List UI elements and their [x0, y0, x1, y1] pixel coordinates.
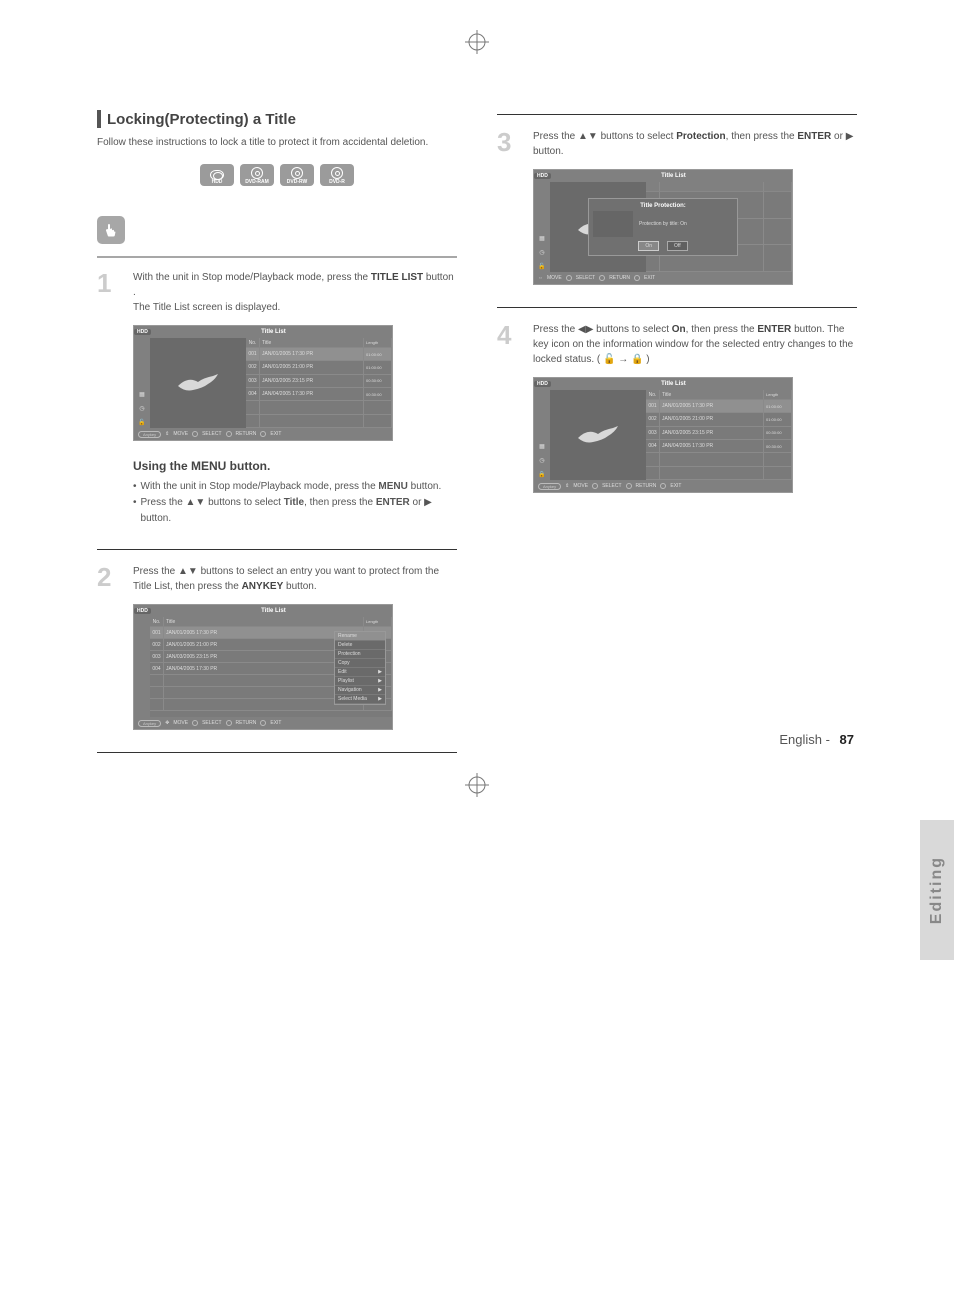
step-3: 3 Press the ▲▼ buttons to select Protect… [497, 129, 857, 159]
step-number: 1 [97, 270, 123, 315]
using-menu-note: Using the MENU button. •With the unit in… [133, 459, 457, 527]
menu-edit: Edit▶ [335, 668, 385, 677]
divider [97, 752, 457, 753]
media-badges: HDD DVD-RAM DVD-RW DVD-R [97, 164, 457, 186]
dialog-thumbnail [593, 211, 633, 237]
screenshot-locked-result: HDDTitle List ▦ ◷ 🔒 No.TitleLength 001 [533, 377, 793, 493]
right-column: 3 Press the ▲▼ buttons to select Protect… [497, 110, 857, 767]
registration-mark-bottom [465, 773, 489, 797]
badge-hdd: HDD [200, 164, 234, 186]
step-number: 3 [497, 129, 523, 159]
section-intro: Follow these instructions to lock a titl… [97, 136, 457, 150]
protection-dialog: Title Protection: Protection by title: O… [588, 198, 738, 256]
unlock-icon: 🔓 [138, 418, 146, 426]
step-number: 2 [97, 564, 123, 594]
clock-icon: ◷ [138, 404, 146, 412]
calendar-icon: ▦ [538, 442, 546, 450]
side-tab-editing: Editing [920, 820, 954, 960]
step-text: Press the ▲▼ buttons to select an entry … [133, 564, 457, 594]
clock-icon: ◷ [538, 456, 546, 464]
page-footer: English - 87 [779, 732, 854, 747]
anykey-pill: Anykey [138, 431, 161, 438]
preview-thumbnail [150, 338, 246, 428]
badge-dvd-r: DVD-R [320, 164, 354, 186]
screenshot-protection-dialog: HDDTitle List ▦ ◷ 🔓 [533, 169, 793, 285]
protection-on-button: On [638, 241, 659, 251]
unlock-icon: 🔓 [538, 262, 546, 270]
menu-copy: Copy [335, 659, 385, 668]
screenshot-anykey-menu: HDDTitle List No.TitleLength 001JAN/01/2… [133, 604, 393, 730]
step-4: 4 Press the ◀▶ buttons to select On, the… [497, 322, 857, 367]
menu-protection: Protection [335, 650, 385, 659]
badge-dvd-rw: DVD-RW [280, 164, 314, 186]
lock-icon: 🔒 [538, 470, 546, 478]
rule [97, 256, 457, 258]
menu-rename: Rename [335, 632, 385, 641]
menu-navigation: Navigation▶ [335, 686, 385, 695]
divider [497, 307, 857, 308]
context-menu: Rename Delete Protection Copy Edit▶ Play… [334, 631, 386, 705]
manual-page: Locking(Protecting) a Title Follow these… [97, 0, 857, 807]
divider [97, 549, 457, 550]
clock-icon: ◷ [538, 248, 546, 256]
step-text: With the unit in Stop mode/Playback mode… [133, 270, 457, 315]
section-title: Locking(Protecting) a Title [107, 111, 296, 128]
menu-select-media: Select Media▶ [335, 695, 385, 704]
menu-playlist: Playlist▶ [335, 677, 385, 686]
preview-thumbnail [550, 390, 646, 480]
divider [497, 114, 857, 115]
protection-off-button: Off [667, 241, 688, 251]
step-1: 1 With the unit in Stop mode/Playback mo… [97, 270, 457, 315]
menu-delete: Delete [335, 641, 385, 650]
hand-icon [97, 216, 125, 244]
step-text: Press the ◀▶ buttons to select On, then … [533, 322, 857, 367]
step-number: 4 [497, 322, 523, 367]
section-header: Locking(Protecting) a Title [97, 110, 457, 128]
badge-dvd-ram: DVD-RAM [240, 164, 274, 186]
using-title: Using the MENU button. [133, 459, 457, 473]
title-accent-bar [97, 110, 101, 128]
calendar-icon: ▦ [138, 390, 146, 398]
screenshot-title-list: HDDTitle List ▦ ◷ 🔓 No.TitleLength 001 [133, 325, 393, 441]
left-column: Locking(Protecting) a Title Follow these… [97, 110, 457, 767]
step-text: Press the ▲▼ buttons to select Protectio… [533, 129, 857, 159]
step-2: 2 Press the ▲▼ buttons to select an entr… [97, 564, 457, 594]
calendar-icon: ▦ [538, 234, 546, 242]
